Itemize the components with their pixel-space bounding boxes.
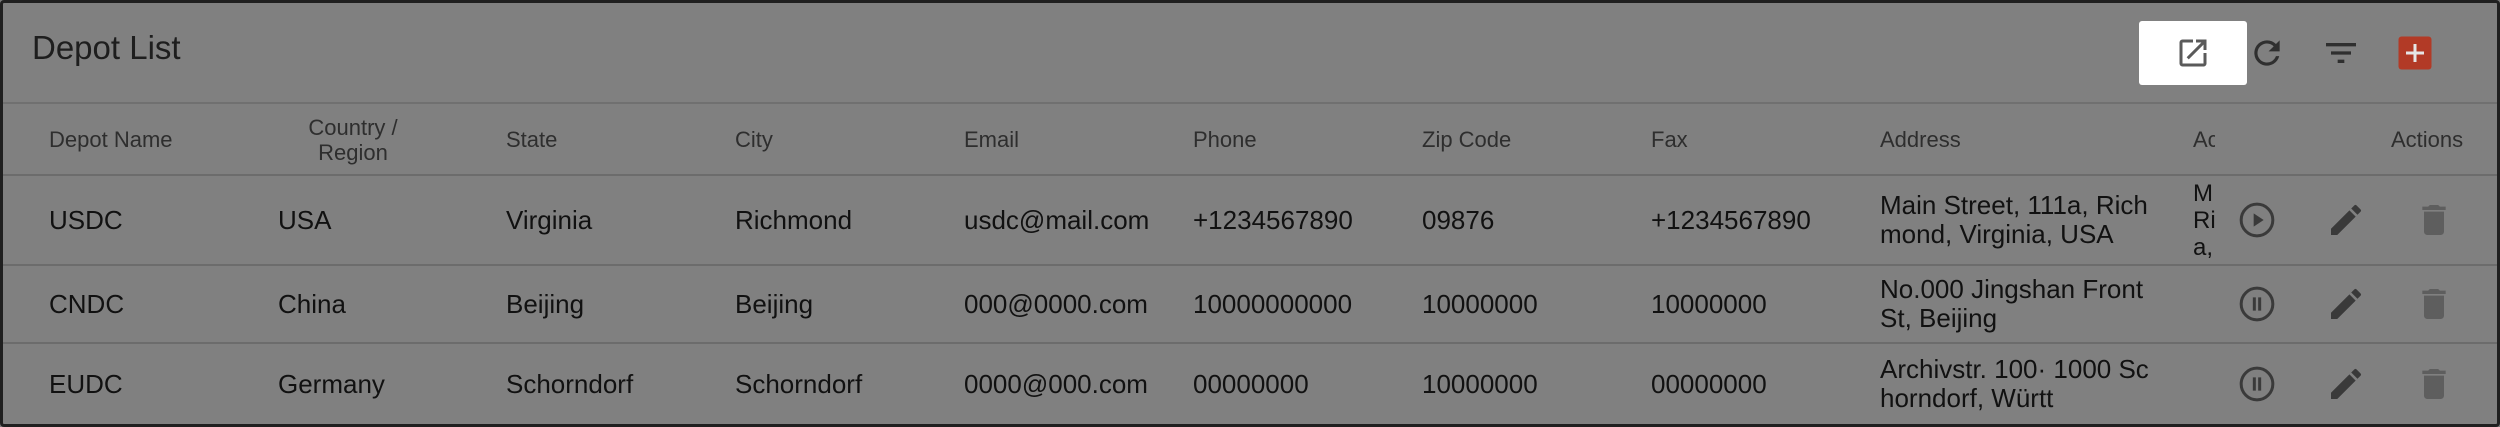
refresh-button[interactable]	[2235, 21, 2299, 85]
cell-address-cutoff-line1: M	[2193, 179, 2213, 207]
cell-city: Richmond	[735, 204, 853, 235]
trash-icon	[2414, 200, 2454, 240]
delete-button[interactable]	[2404, 344, 2464, 424]
cell-zip-code: 10000000	[1422, 368, 1538, 399]
edit-button[interactable]	[2316, 344, 2376, 424]
filter-button[interactable]	[2309, 21, 2373, 85]
open-in-new-icon	[2175, 35, 2211, 71]
column-header-email[interactable]: Email	[964, 104, 1019, 176]
refresh-icon	[2248, 34, 2286, 72]
cell-fax: 10000000	[1651, 288, 1767, 319]
cell-phone: 10000000000	[1193, 288, 1353, 319]
cell-address-cutoff-line3: a,	[2193, 233, 2214, 261]
column-header-country-region[interactable]: Country / Region	[283, 104, 423, 176]
pause-circle-icon	[2237, 284, 2277, 324]
table-row[interactable]: USDC USA Virginia Richmond usdc@mail.com…	[3, 176, 2497, 266]
cell-fax: +1234567890	[1651, 204, 1811, 235]
column-header-state[interactable]: State	[506, 104, 557, 176]
cell-state: Beijing	[506, 288, 585, 319]
cell-phone: +1234567890	[1193, 204, 1353, 235]
column-header-zip-code[interactable]: Zip Code	[1422, 104, 1511, 176]
column-header-country-line2: Region	[318, 140, 388, 165]
column-header-depot-name[interactable]: Depot Name	[49, 104, 173, 176]
pencil-icon	[2326, 364, 2366, 404]
cell-address: Main Street, 111a, Rich mond, Virginia, …	[1880, 176, 2180, 264]
play-button[interactable]	[2227, 176, 2287, 264]
cell-email: 0000@000.com	[964, 368, 1148, 399]
play-circle-icon	[2237, 200, 2277, 240]
column-header-address[interactable]: Address	[1880, 104, 1961, 176]
cell-address: Archivstr. 100· 1000 Sc horndorf, Württ	[1880, 344, 2180, 424]
open-in-new-button[interactable]	[2139, 21, 2247, 85]
delete-button[interactable]	[2404, 266, 2464, 342]
edit-button[interactable]	[2316, 266, 2376, 342]
pause-button[interactable]	[2227, 266, 2287, 342]
cell-country: China	[278, 288, 346, 319]
pause-button[interactable]	[2227, 344, 2287, 424]
pencil-icon	[2326, 284, 2366, 324]
delete-button[interactable]	[2404, 176, 2464, 264]
cell-zip-code: 10000000	[1422, 288, 1538, 319]
cell-state: Virginia	[506, 204, 593, 235]
cell-city: Beijing	[735, 288, 814, 319]
cell-state: Schorndorf	[506, 368, 634, 399]
cell-email: usdc@mail.com	[964, 204, 1150, 235]
edit-button[interactable]	[2316, 176, 2376, 264]
add-depot-button[interactable]	[2383, 21, 2447, 85]
add-icon	[2397, 35, 2433, 71]
cell-address-line1: No.000 Jingshan Front	[1880, 274, 2144, 304]
column-header-actions: Actions	[2391, 127, 2464, 152]
cell-address-line1: Main Street, 111a, Rich	[1880, 190, 2148, 220]
page-title: Depot List	[32, 29, 181, 66]
cell-address-line2: horndorf, Württ	[1880, 383, 2054, 413]
trash-icon	[2414, 284, 2454, 324]
cell-address-line1: Archivstr. 100· 1000 Sc	[1880, 354, 2149, 384]
cell-address-line2: mond, Virginia, USA	[1880, 219, 2114, 249]
cell-country: USA	[278, 204, 332, 235]
trash-icon	[2414, 364, 2454, 404]
panel-header: Depot List	[3, 3, 2497, 104]
cell-depot-name: CNDC	[49, 288, 125, 319]
cell-email: 000@0000.com	[964, 288, 1148, 319]
cell-city: Schorndorf	[735, 368, 863, 399]
column-header-address-cutoff[interactable]: Ac	[2193, 104, 2215, 176]
filter-icon	[2321, 33, 2361, 73]
column-header-fax[interactable]: Fax	[1651, 104, 1688, 176]
column-header-country-line1: Country /	[308, 115, 398, 140]
column-header-city[interactable]: City	[735, 104, 773, 176]
cell-address-line2: St, Beijing	[1880, 303, 1998, 333]
cell-fax: 00000000	[1651, 368, 1767, 399]
pause-circle-icon	[2237, 364, 2277, 404]
cell-depot-name: USDC	[49, 204, 123, 235]
pencil-icon	[2326, 200, 2366, 240]
cell-address-cutoff: M Ri a,	[2193, 176, 2215, 264]
cell-country: Germany	[278, 368, 385, 399]
column-header-phone[interactable]: Phone	[1193, 104, 1257, 176]
table-row[interactable]: EUDC Germany Schorndorf Schorndorf 0000@…	[3, 344, 2497, 424]
cell-depot-name: EUDC	[49, 368, 123, 399]
cell-phone: 00000000	[1193, 368, 1309, 399]
cell-address-cutoff-line2: Ri	[2193, 206, 2215, 234]
cell-zip-code: 09876	[1422, 204, 1495, 235]
table-row[interactable]: CNDC China Beijing Beijing 000@0000.com …	[3, 266, 2497, 344]
depot-list-panel: Depot List Depot Name Country / Region S…	[0, 0, 2500, 427]
table-header: Depot Name Country / Region State City E…	[3, 104, 2497, 176]
cell-address: No.000 Jingshan Front St, Beijing	[1880, 266, 2180, 342]
